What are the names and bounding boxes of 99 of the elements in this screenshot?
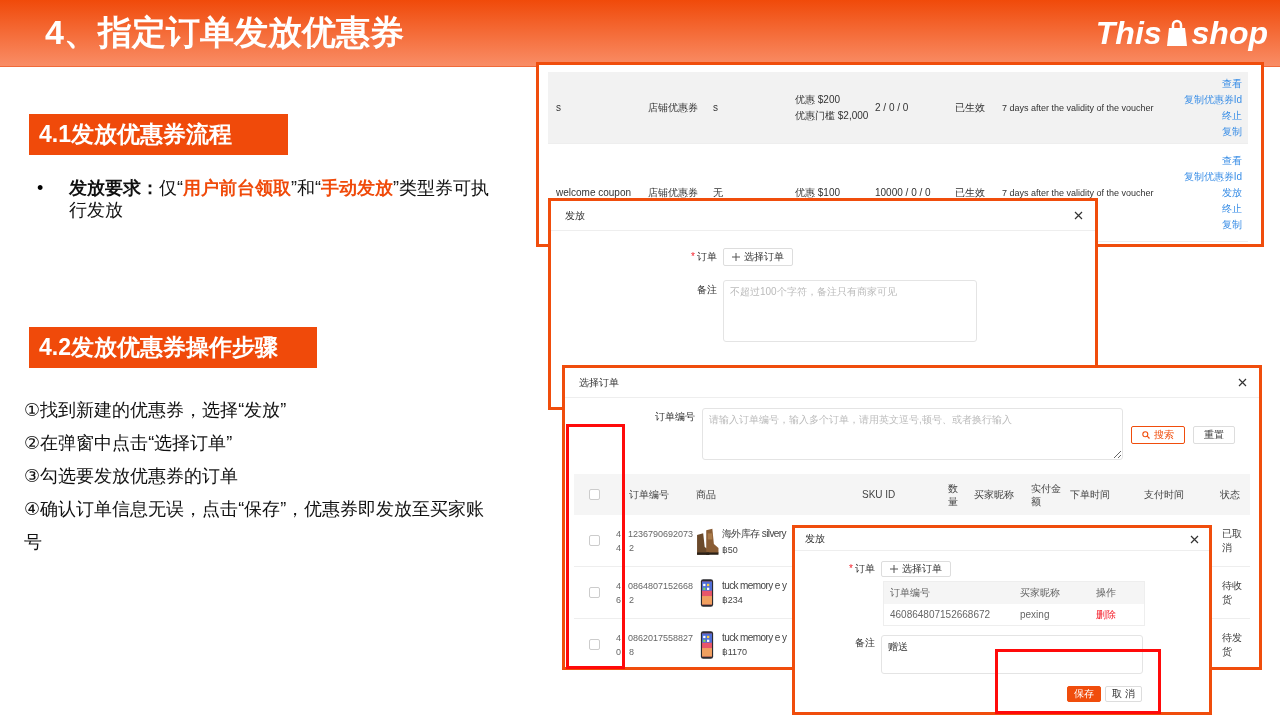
dialog-title: 选择订单 bbox=[579, 375, 619, 390]
action-link[interactable]: 复制 bbox=[1222, 216, 1242, 233]
field-label: 订单 bbox=[855, 563, 875, 574]
reset-button[interactable]: 重置 bbox=[1193, 426, 1235, 444]
table-cell-text: 7 days after the validity of the voucher bbox=[1002, 102, 1155, 113]
table-cell-text: 待收货 bbox=[1221, 578, 1243, 607]
search-icon[interactable] bbox=[1142, 431, 1150, 439]
close-icon[interactable] bbox=[1074, 211, 1083, 220]
action-link[interactable]: 终止 bbox=[1222, 107, 1242, 124]
column-header: 支付时间 bbox=[1143, 488, 1185, 501]
field-label: 备注 bbox=[697, 284, 717, 295]
close-icon[interactable] bbox=[1238, 378, 1247, 387]
table-cell-text: 6 bbox=[616, 593, 622, 607]
table-cell-text: 已生效 bbox=[955, 185, 986, 200]
column-header: 状态 bbox=[1219, 488, 1241, 501]
action-link[interactable]: 复制优惠券Id bbox=[1183, 91, 1242, 108]
logo-text: This bbox=[1095, 14, 1162, 52]
table-cell-text: 无 bbox=[713, 185, 724, 200]
column-header: 实付金额 bbox=[1030, 481, 1062, 508]
close-icon[interactable] bbox=[1190, 534, 1199, 544]
required-mark: * bbox=[691, 251, 695, 262]
table-cell-text: 0862017558827 bbox=[628, 631, 694, 645]
action-link[interactable]: 终止 bbox=[1222, 200, 1242, 217]
product-name: tuck memory e y bbox=[722, 580, 787, 591]
step-text: ④确认订单信息无误，点击“保存”，优惠券即发放至买家账号 bbox=[24, 498, 486, 554]
table-cell-text: 460864807152668672 bbox=[889, 609, 992, 620]
slide-title: 4、指定订单发放优惠券 bbox=[45, 12, 404, 53]
table-cell-text: s bbox=[713, 102, 719, 113]
table-cell-text: s bbox=[556, 102, 562, 113]
table-cell-text: 7 days after the validity of the voucher bbox=[1002, 187, 1155, 198]
product-name: 海外库存 silvery bbox=[722, 526, 786, 541]
table-cell-text: 10000 / 0 / 0 bbox=[875, 187, 932, 198]
checkbox[interactable] bbox=[589, 535, 600, 546]
table-cell-text: 4 bbox=[616, 579, 621, 593]
table-cell-text: 已生效 bbox=[955, 100, 986, 115]
action-link[interactable]: 查看 bbox=[1222, 75, 1242, 92]
plus-icon[interactable] bbox=[732, 252, 740, 261]
dialog-title: 发放 bbox=[805, 532, 825, 546]
table-cell-text: 店铺优惠券 bbox=[648, 100, 699, 115]
action-link[interactable]: 复制优惠券Id bbox=[1183, 168, 1242, 185]
table-cell-text: 2 bbox=[629, 541, 634, 555]
table-cell-text: 8 bbox=[629, 645, 634, 659]
search-button[interactable]: 搜索 bbox=[1131, 426, 1185, 444]
save-button[interactable]: 保存 bbox=[1067, 686, 1102, 702]
bullet-mark: • bbox=[37, 177, 45, 200]
table-cell-text: 2 / 0 / 0 bbox=[875, 102, 910, 113]
table-cell-text: 4 bbox=[616, 527, 621, 541]
table-cell-text: welcome coupon bbox=[556, 187, 633, 198]
table-cell-text: 优惠门槛 $2,000 bbox=[795, 108, 870, 123]
note-field[interactable]: 赠送 bbox=[881, 635, 1143, 674]
section-heading: 4.2发放优惠券操作步骤 bbox=[29, 327, 317, 368]
checkbox[interactable] bbox=[589, 587, 600, 598]
action-link[interactable]: 复制 bbox=[1222, 123, 1242, 140]
checkbox[interactable] bbox=[589, 489, 600, 500]
column-header: 商品 bbox=[695, 488, 717, 501]
select-order-button[interactable]: 选择订单 bbox=[881, 561, 951, 577]
table-cell-text: 店铺优惠券 bbox=[648, 185, 699, 200]
table-cell-text: 4 bbox=[616, 541, 622, 555]
product-name: tuck memory e y bbox=[722, 632, 787, 643]
product-price: ฿1170 bbox=[722, 647, 749, 657]
column-header: 买家昵称 bbox=[973, 488, 1015, 501]
column-header: 订单编号 bbox=[628, 488, 670, 501]
column-header: SKU ID bbox=[861, 488, 897, 501]
product-price: ฿50 bbox=[722, 544, 739, 555]
dialog-title: 发放 bbox=[565, 208, 585, 223]
bag-icon[interactable] bbox=[1165, 19, 1188, 47]
checkbox[interactable] bbox=[589, 639, 600, 650]
column-header: 操作 bbox=[1095, 586, 1117, 600]
select-order-button[interactable]: 选择订单 bbox=[723, 247, 793, 266]
table-cell-text: 2 bbox=[629, 593, 634, 607]
column-header: 数量 bbox=[947, 481, 959, 508]
table-cell-text: 优惠 $200 bbox=[795, 92, 842, 107]
column-header: 订单编号 bbox=[889, 586, 931, 600]
product-price: ฿234 bbox=[722, 595, 744, 605]
table-cell-text: 4 bbox=[616, 631, 621, 645]
logo-text: shop bbox=[1191, 14, 1268, 52]
field-label: 订单 bbox=[697, 251, 717, 262]
plus-icon[interactable] bbox=[890, 565, 898, 573]
table-cell-text: 待发货 bbox=[1221, 630, 1243, 659]
bullet-text: 发放要求：仅“用户前台领取”和“手动发放”类型券可执行发放 bbox=[69, 177, 489, 221]
step-text: ①找到新建的优惠券，选择“发放” bbox=[24, 399, 288, 422]
required-mark: * bbox=[849, 563, 853, 574]
table-cell-text: 0864807152668 bbox=[628, 579, 694, 593]
delete-link[interactable]: 删除 bbox=[1090, 607, 1144, 622]
table-cell-text: pexing bbox=[1019, 609, 1051, 620]
step-text: ③勾选要发放优惠券的订单 bbox=[24, 465, 240, 488]
step-text: ②在弹窗中点击“选择订单” bbox=[24, 432, 234, 455]
table-cell-text: 1236790692073 bbox=[628, 527, 694, 541]
table-cell-text: 0 bbox=[616, 645, 622, 659]
section-heading: 4.1发放优惠券流程 bbox=[29, 114, 288, 155]
field-label: 订单编号 bbox=[655, 411, 695, 422]
action-link[interactable]: 查看 bbox=[1222, 152, 1242, 169]
table-cell-text: 优惠 $100 bbox=[795, 185, 842, 200]
column-header: 买家昵称 bbox=[1019, 586, 1061, 600]
action-link[interactable]: 发放 bbox=[1222, 184, 1242, 201]
column-header: 下单时间 bbox=[1069, 488, 1111, 501]
field-label: 备注 bbox=[855, 637, 875, 648]
table-cell-text: 已取消 bbox=[1221, 526, 1243, 555]
cancel-button[interactable]: 取 消 bbox=[1105, 686, 1142, 702]
